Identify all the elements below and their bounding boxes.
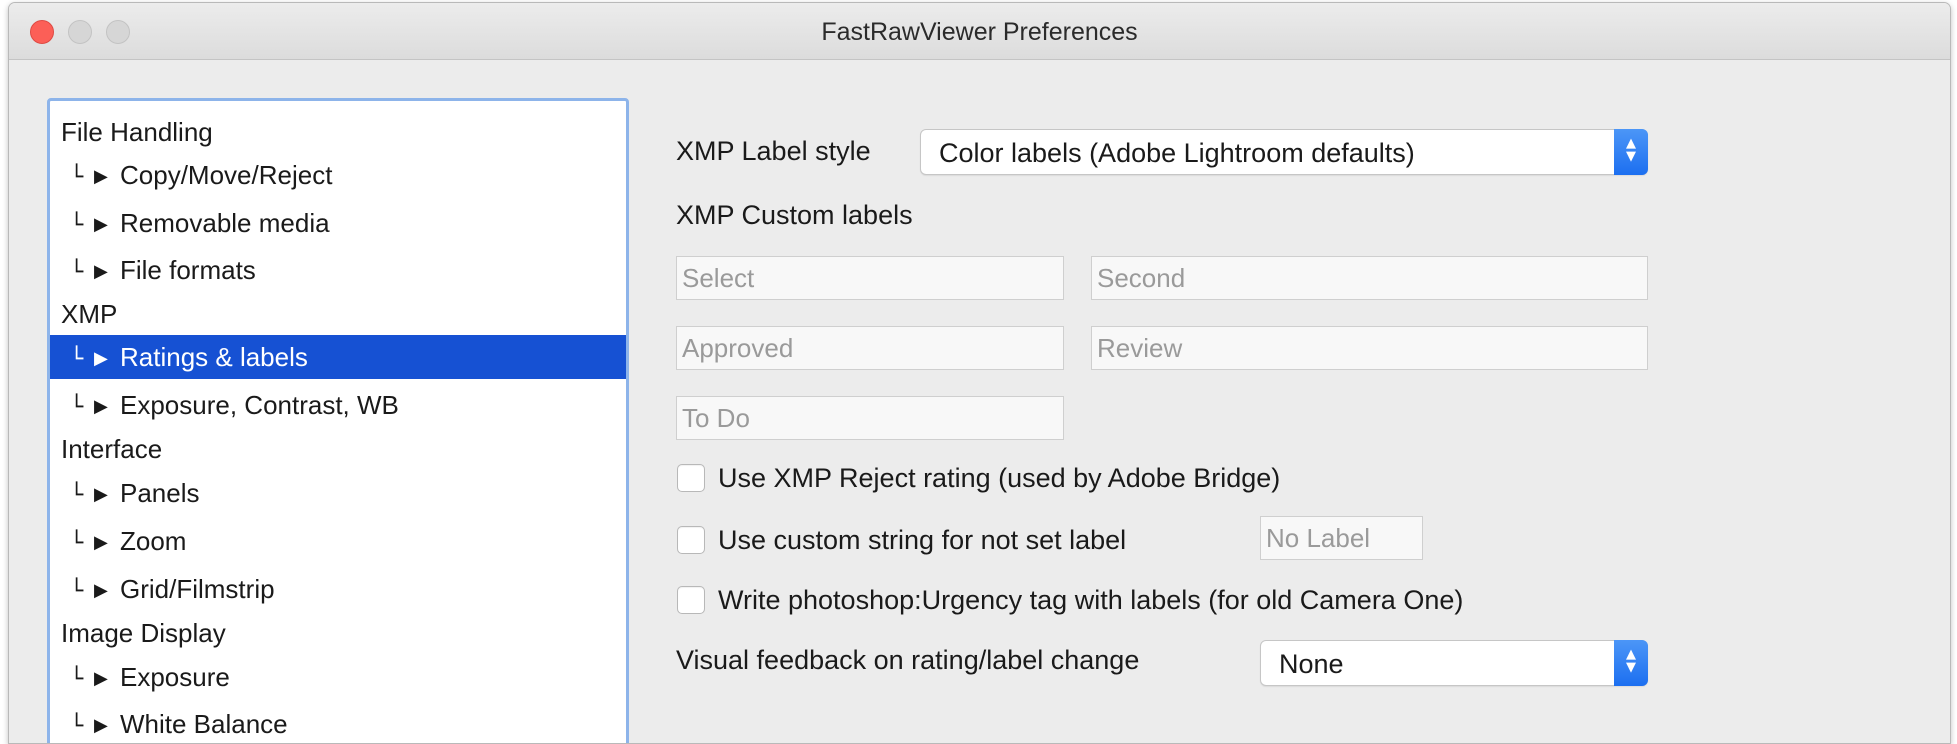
tree-branch-icon: └ <box>70 213 84 238</box>
sidebar-item-label: File formats <box>120 255 256 285</box>
custom-label-field-3[interactable] <box>676 326 1064 370</box>
sidebar-item-label: White Balance <box>120 709 288 739</box>
sidebar-item-ratings-labels[interactable]: └ ▶ Ratings & labels <box>50 335 626 379</box>
triangle-right-icon: ▶ <box>94 580 108 601</box>
sidebar-item-label: Zoom <box>120 526 187 556</box>
sidebar-item-label: Image Display <box>61 618 226 648</box>
triangle-right-icon: ▶ <box>94 166 108 187</box>
sidebar-item-label: Exposure, Contrast, WB <box>120 390 399 420</box>
tree-branch-icon: └ <box>70 531 84 556</box>
custom-label-field-2[interactable] <box>1091 256 1648 300</box>
no-label-string-field[interactable] <box>1260 516 1423 560</box>
tree-branch-icon: └ <box>70 483 84 508</box>
triangle-right-icon: ▶ <box>94 715 108 736</box>
title-bar[interactable]: FastRawViewer Preferences <box>9 3 1950 60</box>
triangle-right-icon: ▶ <box>94 484 108 505</box>
sidebar-item-grid-filmstrip[interactable]: └ ▶ Grid/Filmstrip <box>50 567 626 611</box>
triangle-right-icon: ▶ <box>94 214 108 235</box>
preferences-window: FastRawViewer Preferences File Handling └… <box>8 2 1951 744</box>
visual-feedback-select[interactable]: None ▲ ▼ <box>1260 640 1648 686</box>
label-style-select[interactable]: Color labels (Adobe Lightroom defaults) … <box>920 129 1648 175</box>
reject-rating-label[interactable]: Use XMP Reject rating (used by Adobe Bri… <box>718 463 1280 494</box>
sidebar-item-removable-media[interactable]: └ ▶ Removable media <box>50 201 626 245</box>
label-style-value: Color labels (Adobe Lightroom defaults) <box>939 138 1415 168</box>
tree-branch-icon: └ <box>70 260 84 285</box>
sidebar-item-label: Panels <box>120 478 200 508</box>
visual-feedback-label: Visual feedback on rating/label change <box>676 645 1140 675</box>
tree-branch-icon: └ <box>70 667 84 692</box>
custom-string-label[interactable]: Use custom string for not set label <box>718 525 1126 556</box>
urgency-tag-label[interactable]: Write photoshop:Urgency tag with labels … <box>718 585 1463 616</box>
triangle-right-icon: ▶ <box>94 396 108 417</box>
sidebar-item-xmp[interactable]: XMP <box>50 292 626 336</box>
custom-label-field-5[interactable] <box>676 396 1064 440</box>
sidebar-item-file-formats[interactable]: └ ▶ File formats <box>50 248 626 292</box>
tree-branch-icon: └ <box>70 714 84 739</box>
custom-string-checkbox[interactable] <box>677 526 705 554</box>
sidebar-item-label: Grid/Filmstrip <box>120 574 275 604</box>
urgency-tag-checkbox[interactable] <box>677 586 705 614</box>
sidebar-item-label: Interface <box>61 434 163 464</box>
reject-rating-checkbox[interactable] <box>677 464 705 492</box>
sidebar-item-copy-move-reject[interactable]: └ ▶ Copy/Move/Reject <box>50 153 626 197</box>
sidebar-item-zoom[interactable]: └ ▶ Zoom <box>50 519 626 563</box>
sidebar-item-white-balance[interactable]: └ ▶ White Balance <box>50 702 626 743</box>
preferences-category-tree[interactable]: File Handling └ ▶ Copy/Move/Reject └ ▶ Removab… <box>47 98 629 743</box>
sidebar-item-label: XMP <box>61 299 118 329</box>
triangle-right-icon: ▶ <box>94 261 108 282</box>
triangle-right-icon: ▶ <box>94 532 108 553</box>
tree-branch-icon: └ <box>70 579 84 604</box>
custom-label-field-1[interactable] <box>676 256 1064 300</box>
sidebar-item-label: Exposure <box>120 662 230 692</box>
window-title: FastRawViewer Preferences <box>821 18 1138 46</box>
sidebar-item-label: Ratings & labels <box>120 342 308 372</box>
tree-branch-icon: └ <box>70 395 84 420</box>
visual-feedback-value: None <box>1279 649 1344 679</box>
sidebar-item-label: Copy/Move/Reject <box>120 160 333 190</box>
sidebar-item-image-display[interactable]: Image Display <box>50 611 626 655</box>
sidebar-item-label: File Handling <box>61 117 213 147</box>
triangle-right-icon: ▶ <box>94 668 108 689</box>
label-style-label: XMP Label style <box>676 136 871 166</box>
custom-label-field-4[interactable] <box>1091 326 1648 370</box>
sidebar-item-label: Removable media <box>120 208 330 238</box>
sidebar-item-panels[interactable]: └ ▶ Panels <box>50 471 626 515</box>
tree-branch-icon: └ <box>70 165 84 190</box>
triangle-right-icon: ▶ <box>94 348 108 369</box>
custom-labels-heading: XMP Custom labels <box>676 200 913 230</box>
sidebar-item-file-handling[interactable]: File Handling <box>50 110 626 154</box>
sidebar-item-exposure[interactable]: └ ▶ Exposure <box>50 655 626 699</box>
sidebar-item-interface[interactable]: Interface <box>50 427 626 471</box>
sidebar-item-exposure-contrast-wb[interactable]: └ ▶ Exposure, Contrast, WB <box>50 383 626 427</box>
chevron-up-down-icon: ▲ ▼ <box>1614 640 1648 686</box>
tree-branch-icon: └ <box>70 347 84 372</box>
chevron-up-down-icon: ▲ ▼ <box>1614 129 1648 175</box>
